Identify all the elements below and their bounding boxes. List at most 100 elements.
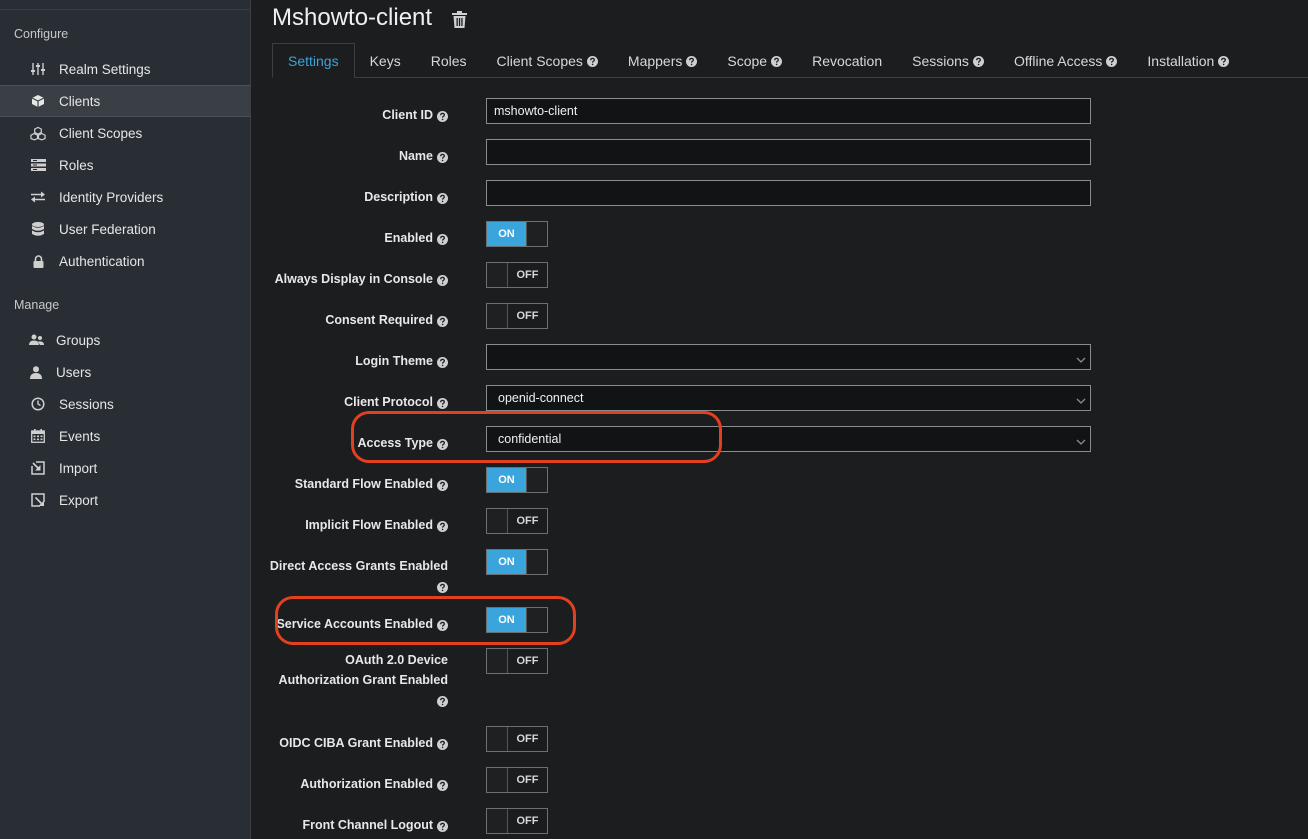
sidebar-item-label: Identity Providers: [59, 189, 164, 205]
toggle-knob: [526, 550, 547, 574]
description-input[interactable]: [486, 180, 1091, 206]
toggle-state: OFF: [516, 733, 539, 745]
oauth-device-help: [433, 690, 448, 711]
description-label: Description: [364, 187, 448, 208]
sidebar-item-import[interactable]: Import: [0, 452, 251, 484]
chevron-down-icon: [1076, 353, 1086, 367]
toggle-state: ON: [487, 222, 526, 246]
page-title: Mshowto-client: [272, 4, 433, 31]
help-icon[interactable]: [437, 314, 448, 328]
tab-mappers[interactable]: Mappers: [613, 43, 712, 78]
direct-access-toggle[interactable]: ON: [486, 549, 548, 575]
sidebar-item-groups[interactable]: Groups: [0, 324, 251, 356]
section-configure-label: Configure: [14, 27, 69, 41]
oauth-device-toggle[interactable]: OFF: [486, 648, 548, 674]
sidebar-item-events[interactable]: Events: [0, 420, 251, 452]
sidebar-item-label: Users: [56, 364, 92, 380]
toggle-state: OFF: [516, 310, 539, 322]
help-icon[interactable]: [1106, 53, 1118, 69]
oauth-device-label-line2: Authorization Grant Enabled: [278, 673, 448, 687]
direct-access-label: Direct Access Grants Enabled: [269, 559, 448, 573]
consent-required-toggle[interactable]: OFF: [486, 303, 548, 329]
tab-offline-access[interactable]: Offline Access: [999, 43, 1132, 78]
trash-icon[interactable]: [452, 11, 467, 33]
sidebar-item-label: Client Scopes: [59, 125, 143, 141]
enabled-toggle[interactable]: ON: [486, 221, 548, 247]
sidebar-item-clients[interactable]: Clients: [0, 85, 251, 117]
toggle-knob: [487, 649, 508, 673]
toggle-knob: [487, 768, 508, 792]
sidebar-divider: [0, 9, 251, 10]
front-channel-label: Front Channel Logout: [302, 815, 448, 836]
sidebar: Configure Realm Settings Clients Client …: [0, 0, 251, 839]
help-icon[interactable]: [771, 53, 783, 69]
toggle-knob: [487, 304, 508, 328]
help-icon[interactable]: [437, 355, 448, 369]
client-protocol-select[interactable]: openid-connect: [486, 385, 1091, 411]
tab-label: Installation: [1147, 52, 1215, 69]
help-icon[interactable]: [972, 53, 984, 69]
tab-scope[interactable]: Scope: [712, 43, 797, 78]
help-icon[interactable]: [437, 396, 448, 410]
tab-settings[interactable]: Settings: [272, 43, 355, 78]
help-icon[interactable]: [437, 150, 448, 164]
help-icon[interactable]: [437, 478, 448, 492]
sidebar-item-label: Import: [59, 460, 98, 476]
sidebar-item-user-federation[interactable]: User Federation: [0, 213, 251, 245]
tab-revocation[interactable]: Revocation: [797, 43, 897, 78]
tab-sessions[interactable]: Sessions: [897, 43, 999, 78]
help-icon[interactable]: [437, 519, 448, 533]
name-input[interactable]: [486, 139, 1091, 165]
calendar-icon: [30, 428, 46, 444]
sidebar-item-label: Clients: [59, 93, 101, 109]
front-channel-row: Front Channel Logout OFF: [252, 808, 1308, 839]
sidebar-item-client-scopes[interactable]: Client Scopes: [0, 117, 251, 149]
sidebar-item-roles[interactable]: Roles: [0, 149, 251, 181]
authorization-row: Authorization Enabled OFF: [252, 767, 1308, 799]
login-theme-select[interactable]: [486, 344, 1091, 370]
sliders-icon: [30, 61, 46, 77]
sidebar-item-label: Roles: [59, 157, 94, 173]
implicit-flow-toggle[interactable]: OFF: [486, 508, 548, 534]
sidebar-item-identity-providers[interactable]: Identity Providers: [0, 181, 251, 213]
section-manage-label: Manage: [14, 298, 60, 312]
toggle-state: OFF: [516, 815, 539, 827]
tab-roles[interactable]: Roles: [416, 43, 482, 78]
help-icon[interactable]: [437, 819, 448, 833]
help-icon[interactable]: [1218, 53, 1230, 69]
help-icon[interactable]: [437, 580, 448, 594]
sidebar-item-realm-settings[interactable]: Realm Settings: [0, 53, 251, 85]
sidebar-item-export[interactable]: Export: [0, 484, 251, 516]
always-display-toggle[interactable]: OFF: [486, 262, 548, 288]
toggle-knob: [526, 468, 547, 492]
help-icon[interactable]: [437, 273, 448, 287]
tab-label: Revocation: [812, 52, 883, 69]
tab-keys[interactable]: Keys: [355, 43, 416, 78]
sidebar-item-label: User Federation: [59, 221, 156, 237]
help-icon[interactable]: [686, 53, 698, 69]
database-icon: [30, 221, 46, 237]
sidebar-item-users[interactable]: Users: [0, 356, 251, 388]
help-icon[interactable]: [437, 232, 448, 246]
tab-installation[interactable]: Installation: [1132, 43, 1244, 78]
exchange-icon: [30, 189, 46, 205]
authorization-toggle[interactable]: OFF: [486, 767, 548, 793]
client-id-input[interactable]: mshowto-client: [486, 98, 1091, 124]
standard-flow-toggle[interactable]: ON: [486, 467, 548, 493]
help-icon[interactable]: [437, 191, 448, 205]
users-icon: [28, 332, 44, 348]
help-icon[interactable]: [437, 778, 448, 792]
direct-access-row: Direct Access Grants Enabled ON: [252, 549, 1308, 594]
help-icon[interactable]: [437, 737, 448, 751]
sidebar-item-sessions[interactable]: Sessions: [0, 388, 251, 420]
sidebar-item-label: Events: [59, 428, 101, 444]
sidebar-item-authentication[interactable]: Authentication: [0, 245, 251, 277]
tab-client-scopes[interactable]: Client Scopes: [482, 43, 613, 78]
toggle-state: ON: [487, 468, 526, 492]
implicit-flow-label: Implicit Flow Enabled: [305, 515, 448, 536]
help-icon[interactable]: [586, 53, 598, 69]
help-icon[interactable]: [437, 694, 448, 708]
help-icon[interactable]: [437, 109, 448, 123]
front-channel-toggle[interactable]: OFF: [486, 808, 548, 834]
oidc-ciba-toggle[interactable]: OFF: [486, 726, 548, 752]
